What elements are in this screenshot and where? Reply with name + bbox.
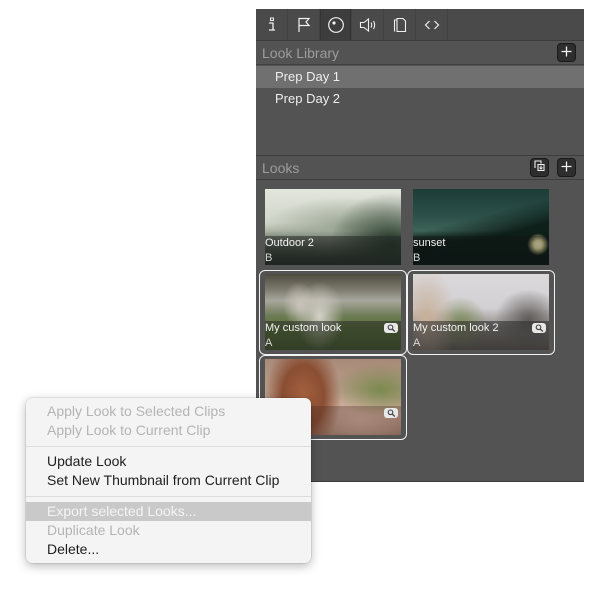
looks-header: Looks — [256, 155, 584, 180]
import-icon — [533, 159, 546, 177]
tab-info[interactable] — [256, 9, 288, 40]
look-library-title: Look Library — [262, 45, 340, 61]
looks-icon — [327, 16, 345, 34]
plus-icon — [561, 159, 572, 177]
zoom-icon[interactable] — [384, 408, 398, 418]
tab-flags[interactable] — [288, 9, 320, 40]
tab-metadata[interactable] — [384, 9, 416, 40]
tab-code[interactable] — [416, 9, 448, 40]
look-group: B — [265, 252, 273, 264]
look-library-header: Look Library — [256, 41, 584, 65]
look-thumbnail[interactable]: My custom look A — [265, 274, 401, 350]
add-look-button[interactable] — [557, 158, 576, 177]
zoom-icon[interactable] — [532, 323, 546, 333]
look-group: B — [413, 252, 421, 264]
tab-looks[interactable] — [320, 9, 352, 40]
menu-item-duplicate-look[interactable]: Duplicate Look — [26, 521, 311, 540]
menu-item-delete[interactable]: Delete... — [26, 540, 311, 559]
plus-icon — [561, 44, 572, 62]
library-item-label: Prep Day 2 — [275, 91, 341, 106]
look-thumbnail[interactable]: My custom look 2 A — [413, 274, 549, 350]
look-thumbnail[interactable]: sunset B — [413, 189, 549, 265]
flag-icon — [297, 17, 311, 33]
menu-item-apply-selected[interactable]: Apply Look to Selected Clips — [26, 402, 311, 421]
tab-audio[interactable] — [352, 9, 384, 40]
look-group: A — [413, 337, 421, 349]
audio-icon — [359, 17, 377, 33]
menu-item-apply-current[interactable]: Apply Look to Current Clip — [26, 421, 311, 440]
look-name: sunset — [413, 237, 446, 249]
add-library-button[interactable] — [557, 43, 576, 62]
menu-separator — [26, 496, 311, 497]
code-icon — [424, 19, 440, 31]
info-icon — [267, 17, 277, 33]
look-name: My custom look 2 — [413, 322, 499, 334]
menu-separator — [26, 446, 311, 447]
import-look-button[interactable] — [530, 158, 549, 177]
inspector-toolbar — [256, 9, 584, 41]
library-item-label: Prep Day 1 — [275, 69, 341, 84]
looks-title: Looks — [262, 160, 300, 176]
look-name: My custom look — [265, 322, 342, 334]
look-group: A — [265, 337, 273, 349]
menu-item-export-looks[interactable]: Export selected Looks... — [26, 502, 311, 521]
library-item[interactable]: Prep Day 2 — [256, 88, 584, 110]
look-name: Outdoor 2 — [265, 237, 314, 249]
menu-item-update-look[interactable]: Update Look — [26, 452, 311, 471]
zoom-icon[interactable] — [384, 323, 398, 333]
context-menu: Apply Look to Selected Clips Apply Look … — [26, 398, 311, 563]
look-thumbnail[interactable]: Outdoor 2 B — [265, 189, 401, 265]
library-item[interactable]: Prep Day 1 — [256, 66, 584, 88]
menu-item-set-thumbnail[interactable]: Set New Thumbnail from Current Clip — [26, 471, 311, 490]
metadata-icon — [393, 17, 407, 33]
look-library-list: Prep Day 1 Prep Day 2 — [256, 66, 584, 110]
